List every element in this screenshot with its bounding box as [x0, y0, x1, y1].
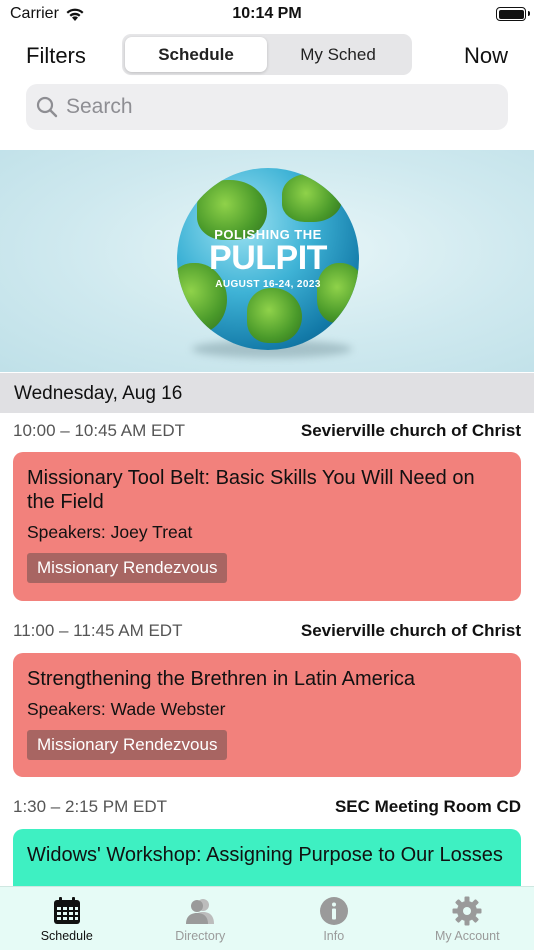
session-time: 11:00 – 11:45 AM EDT	[13, 621, 183, 640]
session-title: Widows' Workshop: Assigning Purpose to O…	[27, 844, 503, 866]
now-button[interactable]: Now	[464, 43, 508, 69]
clock: 10:14 PM	[232, 5, 302, 22]
session-room: SEC Meeting Room CD	[334, 797, 521, 816]
schedule-segmented-control: Schedule My Sched	[122, 34, 412, 75]
search-input[interactable]	[66, 95, 486, 119]
tab-label: My Account	[434, 929, 500, 943]
track-tag: Missionary Rendezvous	[27, 730, 228, 760]
session-title: Strengthening the Brethren in Latin Amer…	[27, 668, 416, 690]
nav-bar: Filters Schedule My Sched Now	[0, 34, 534, 76]
session-speakers: Speakers: Wade Webster	[27, 699, 226, 719]
tab-info[interactable]: Info	[267, 887, 401, 950]
filters-button[interactable]: Filters	[26, 43, 86, 69]
session-card[interactable]: Missionary Tool Belt: Basic Skills You W…	[13, 452, 521, 601]
battery-icon	[496, 7, 530, 21]
session-meta: 10:00 – 10:45 AM EDT Sevierville church …	[13, 421, 521, 443]
tab-label: Schedule	[40, 929, 93, 943]
tab-directory[interactable]: Directory	[134, 887, 268, 950]
banner-dates: AUGUST 16-24, 2023	[215, 279, 321, 290]
search-bar[interactable]	[26, 84, 508, 130]
people-icon	[186, 899, 215, 924]
session-speakers: Speakers: Joey Treat	[27, 522, 193, 542]
tab-schedule[interactable]: Schedule	[0, 887, 134, 950]
segment-schedule[interactable]: Schedule	[125, 37, 267, 72]
tab-bar: Schedule Directory Info My Account	[0, 886, 534, 950]
session-room: Sevierville church of Christ	[300, 421, 521, 440]
session-time: 10:00 – 10:45 AM EDT	[13, 421, 185, 440]
gear-icon	[452, 896, 482, 926]
session-card[interactable]: Strengthening the Brethren in Latin Amer…	[13, 653, 521, 777]
day-section-header: Wednesday, Aug 16	[0, 373, 534, 413]
info-icon	[319, 897, 348, 925]
status-bar: Carrier 10:14 PM	[0, 0, 534, 30]
session-meta: 1:30 – 2:15 PM EDT SEC Meeting Room CD	[13, 797, 521, 819]
calendar-icon	[53, 897, 80, 924]
session-meta: 11:00 – 11:45 AM EDT Sevierville church …	[13, 621, 521, 643]
tab-my-account[interactable]: My Account	[401, 887, 534, 950]
banner-line2: PULPIT	[209, 239, 327, 277]
session-room: Sevierville church of Christ	[300, 621, 521, 640]
banner-logo-text: POLISHING THE PULPIT AUGUST 16-24, 2023	[177, 228, 359, 290]
session-time: 1:30 – 2:15 PM EDT	[13, 797, 168, 816]
tab-label: Info	[323, 929, 345, 943]
session-title: Missionary Tool Belt: Basic Skills You W…	[27, 467, 475, 513]
event-banner: POLISHING THE PULPIT AUGUST 16-24, 2023	[0, 150, 534, 372]
search-icon	[36, 96, 58, 118]
segment-my-sched[interactable]: My Sched	[267, 37, 409, 72]
day-header-label: Wednesday, Aug 16	[14, 383, 183, 404]
track-tag: Missionary Rendezvous	[27, 553, 228, 583]
tab-label: Directory	[175, 929, 226, 943]
